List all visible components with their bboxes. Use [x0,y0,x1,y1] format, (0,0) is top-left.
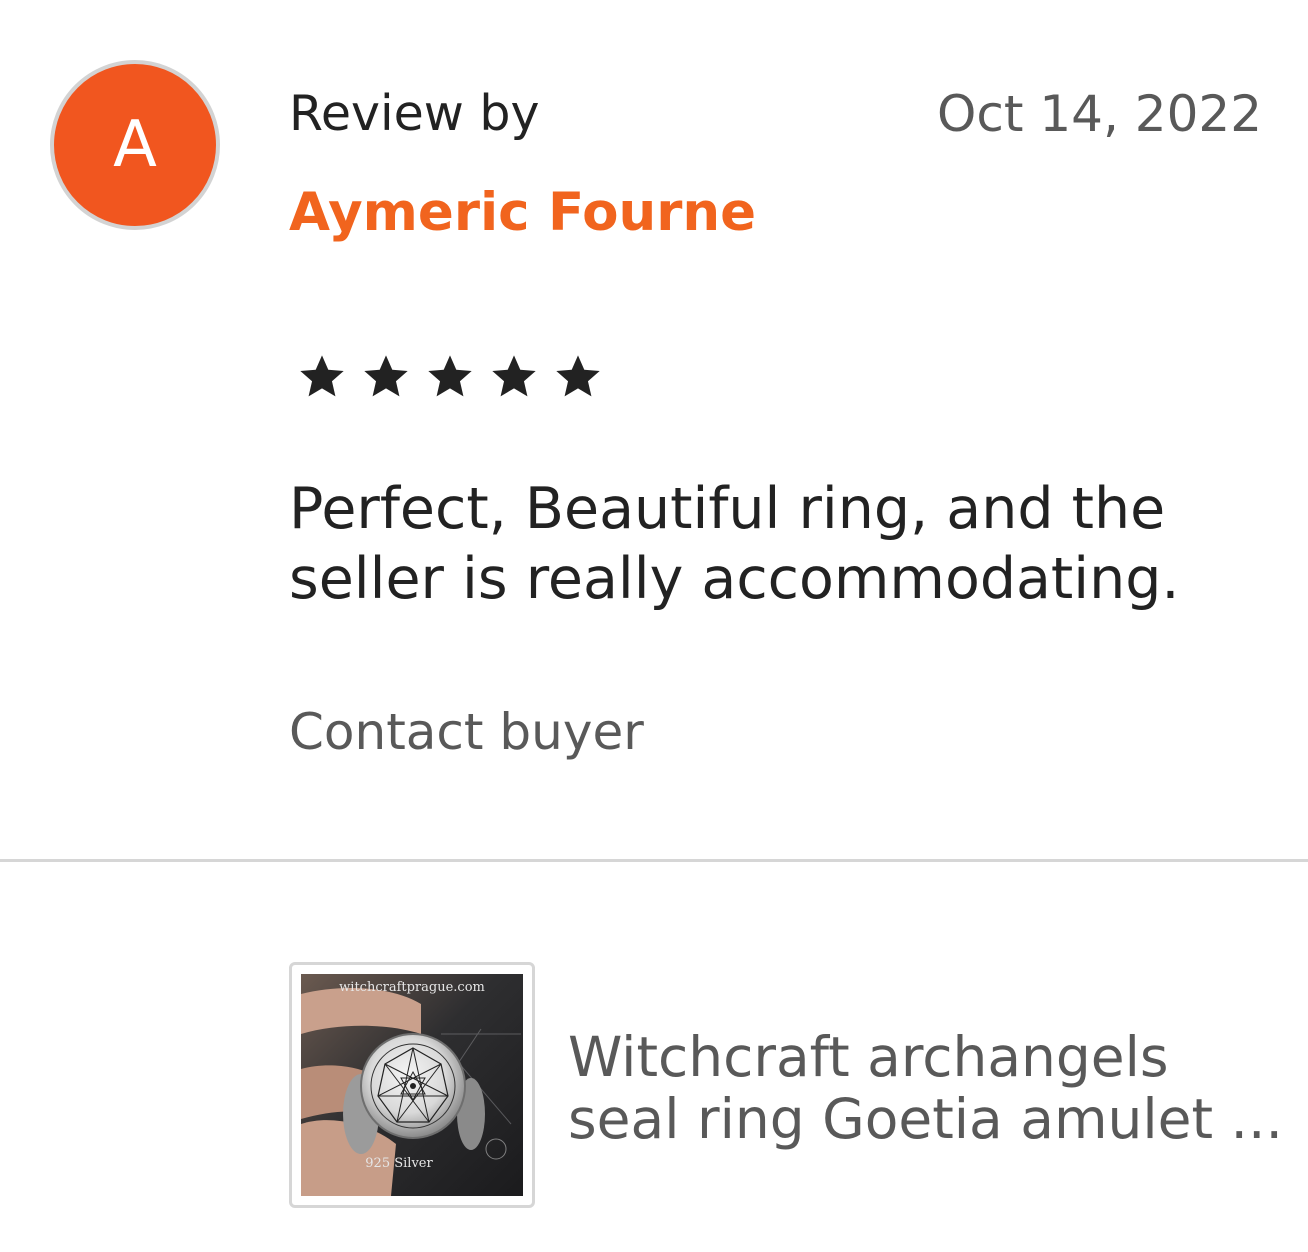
star-icon [492,355,536,397]
star-rating [296,350,604,402]
review-date: Oct 14, 2022 [937,85,1262,143]
image-caption: 925 Silver [365,1156,433,1171]
listing-title-line-1: Witchcraft archangels [568,1025,1169,1089]
listing-title-line-2: seal ring Goetia amulet ... [568,1087,1283,1151]
star-icon [364,355,408,397]
reviewer-avatar[interactable]: A [50,60,220,230]
image-watermark: witchcraftprague.com [339,980,485,995]
listing-image: witchcraftprague.com 925 Silver [301,974,523,1196]
reviewer-name-link[interactable]: Aymeric Fourne [289,180,756,246]
contact-buyer-link[interactable]: Contact buyer [289,700,644,764]
section-divider [0,859,1308,862]
review-text: Perfect, Beautiful ring, and the seller … [289,476,1180,612]
star-icon [428,355,472,397]
listing-title-link[interactable]: Witchcraft archangels seal ring Goetia a… [568,1025,1283,1151]
listing-thumbnail[interactable]: witchcraftprague.com 925 Silver [289,962,535,1208]
star-icon [556,355,600,397]
avatar-initial: A [113,108,157,182]
star-icon [300,355,344,397]
review-heading: Review by [289,85,540,142]
